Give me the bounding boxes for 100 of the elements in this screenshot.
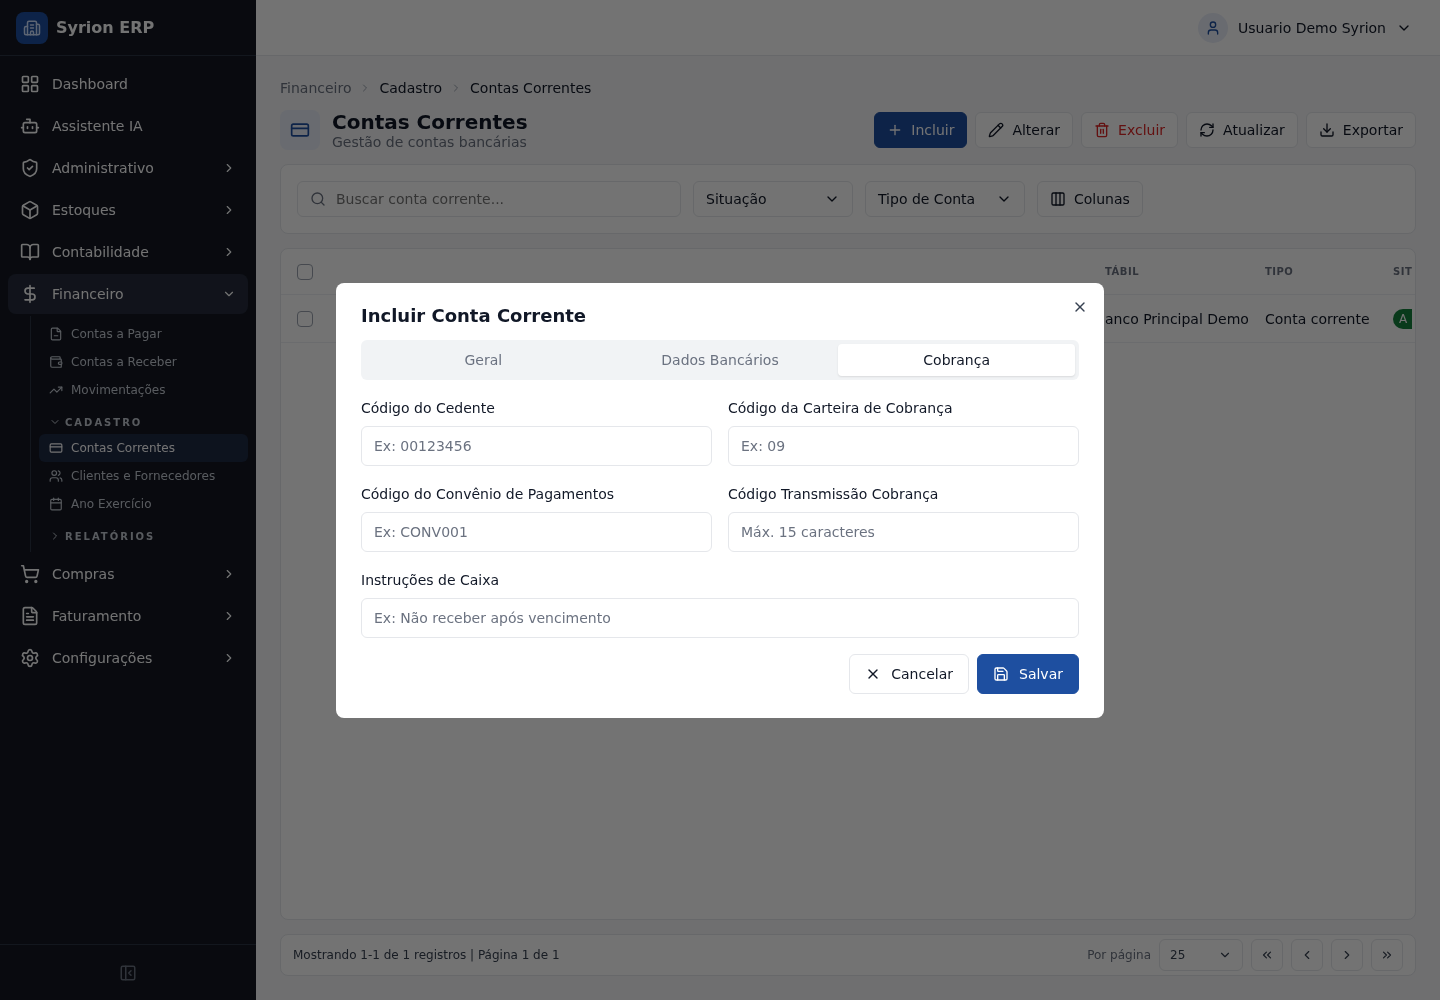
first-page-button[interactable] [1251, 939, 1283, 971]
toolbar-button[interactable]: Incluir [874, 112, 968, 148]
save-icon [993, 665, 1009, 682]
column-header: SIT [1393, 266, 1414, 277]
page-title: Contas Correntes [332, 110, 529, 134]
app-name: Syrion ERP [56, 18, 155, 37]
checkbox[interactable] [297, 310, 313, 327]
field-label: Código Transmissão Cobrança [728, 485, 940, 502]
section-header[interactable]: CADASTRO [39, 404, 248, 434]
sidebar-item[interactable]: Configurações [8, 638, 248, 678]
previous-page-button[interactable] [1291, 939, 1323, 971]
tab[interactable]: Cobrança [838, 343, 1075, 376]
tab[interactable]: Geral [365, 343, 602, 376]
sidebar-item[interactable]: Assistente IA [8, 106, 248, 146]
toolbar-button[interactable]: Alterar [975, 112, 1074, 148]
field-label: Instruções de Caixa [361, 571, 501, 588]
save-button[interactable]: Salvar [977, 653, 1079, 694]
trash-icon [1094, 122, 1111, 138]
breadcrumb-item[interactable]: Contas Correntes [470, 80, 592, 96]
input-field[interactable]: Ex: CONV001 [361, 511, 712, 552]
sidebar-item[interactable]: Faturamento [8, 596, 248, 636]
filter-select[interactable]: Situação [693, 181, 853, 217]
calendar-icon [49, 497, 63, 511]
input-field[interactable]: Ex: 00123456 [361, 425, 712, 466]
dialog-title: Incluir Conta Corrente [361, 304, 588, 326]
box-icon [20, 200, 40, 220]
document-icon [20, 606, 40, 626]
shield-icon [20, 158, 40, 178]
input-field[interactable]: Ex: 09 [728, 425, 1079, 466]
sidebar-label: Administrativo [52, 160, 155, 176]
sidebar-subitem[interactable]: Contas a Receber [39, 348, 248, 376]
per-page-select[interactable]: 25 [1159, 939, 1243, 971]
sidebar-subitem[interactable]: Clientes e Fornecedores [39, 462, 248, 490]
cart-icon [20, 564, 40, 584]
card-icon [280, 110, 320, 150]
breadcrumb-item[interactable]: Financeiro [280, 80, 352, 96]
sidebar-label: Financeiro [52, 286, 125, 302]
sidebar-label: Estoques [52, 202, 117, 218]
sidebar-subitem[interactable]: Contas a Pagar [39, 320, 248, 348]
sidebar-label: Dashboard [52, 76, 129, 92]
logo-icon [16, 11, 48, 44]
table-cell-text: Conta corrente [1265, 310, 1371, 327]
double-chevron-icon [1380, 948, 1394, 962]
settings-icon [20, 648, 40, 668]
users-icon [49, 469, 63, 483]
double-chevron-icon [1260, 948, 1274, 962]
filter-select[interactable]: Tipo de Conta [865, 181, 1025, 217]
user-menu[interactable]: Usuario Demo Syrion [1198, 12, 1412, 43]
section-header[interactable]: RELATÓRIOS [39, 518, 248, 548]
collapse-icon[interactable] [119, 963, 137, 982]
sidebar-subitem[interactable]: Movimentações [39, 376, 248, 404]
sidebar-label: Configurações [52, 650, 154, 666]
table-cell-text: anco Principal Demo [1105, 310, 1250, 327]
input-field[interactable]: Ex: Não receber após vencimento [361, 597, 1079, 638]
sidebar-label: Contabilidade [52, 244, 150, 260]
grid-icon [20, 74, 40, 94]
columns-button[interactable]: Colunas [1037, 181, 1143, 217]
toolbar-button[interactable]: Excluir [1081, 112, 1179, 148]
download-icon [1318, 122, 1335, 138]
sidebar-item[interactable]: Dashboard [8, 64, 248, 104]
sidebar-item[interactable]: Contabilidade [8, 232, 248, 272]
per-page-label: Por página [1087, 948, 1151, 962]
sidebar-item[interactable]: Compras [8, 554, 248, 594]
sidebar-subitem[interactable]: Ano Exercício [39, 490, 248, 518]
field-label: Código do Cedente [361, 399, 496, 416]
pagination-summary: Mostrando 1-1 de 1 registros | Página 1 de 1 [293, 948, 561, 962]
columns-icon [1050, 191, 1066, 207]
checkbox[interactable] [297, 263, 313, 280]
document-icon [49, 327, 63, 341]
sidebar-item[interactable]: Estoques [8, 190, 248, 230]
toolbar-button[interactable]: Exportar [1305, 112, 1416, 148]
last-page-button[interactable] [1371, 939, 1403, 971]
pencil-icon [988, 122, 1005, 138]
input-field[interactable]: Máx. 15 caracteres [728, 511, 1079, 552]
refresh-icon [1199, 122, 1216, 138]
search-field[interactable]: Buscar conta corrente... [297, 181, 681, 217]
wallet-icon [49, 355, 63, 369]
column-header: TIPO [1265, 266, 1295, 277]
column-header: TÁBIL [1105, 266, 1140, 277]
status-badge: A [1393, 308, 1412, 329]
robot-icon [20, 116, 40, 136]
next-page-button[interactable] [1331, 939, 1363, 971]
tab[interactable]: Dados Bancários [601, 343, 839, 376]
sidebar-label: Assistente IA [52, 118, 144, 134]
cancel-button[interactable]: Cancelar [849, 653, 969, 694]
field-label: Código da Carteira de Cobrança [728, 399, 954, 416]
sidebar-subitem[interactable]: Contas Correntes [39, 434, 248, 462]
user-name: Usuario Demo Syrion [1238, 19, 1386, 36]
breadcrumb-item[interactable]: Cadastro [379, 80, 443, 96]
sidebar-label: Faturamento [52, 608, 143, 624]
book-icon [20, 242, 40, 262]
search-icon [310, 191, 326, 207]
card-icon [49, 441, 63, 455]
sidebar-label: Compras [52, 566, 116, 582]
search-input[interactable]: Buscar conta corrente... [334, 190, 668, 208]
user-icon [1198, 12, 1229, 43]
page-subtitle: Gestão de contas bancárias [332, 134, 528, 150]
field-label: Código do Convênio de Pagamentos [361, 485, 616, 502]
sidebar-item[interactable]: Administrativo [8, 148, 248, 188]
toolbar-button[interactable]: Atualizar [1186, 112, 1298, 148]
